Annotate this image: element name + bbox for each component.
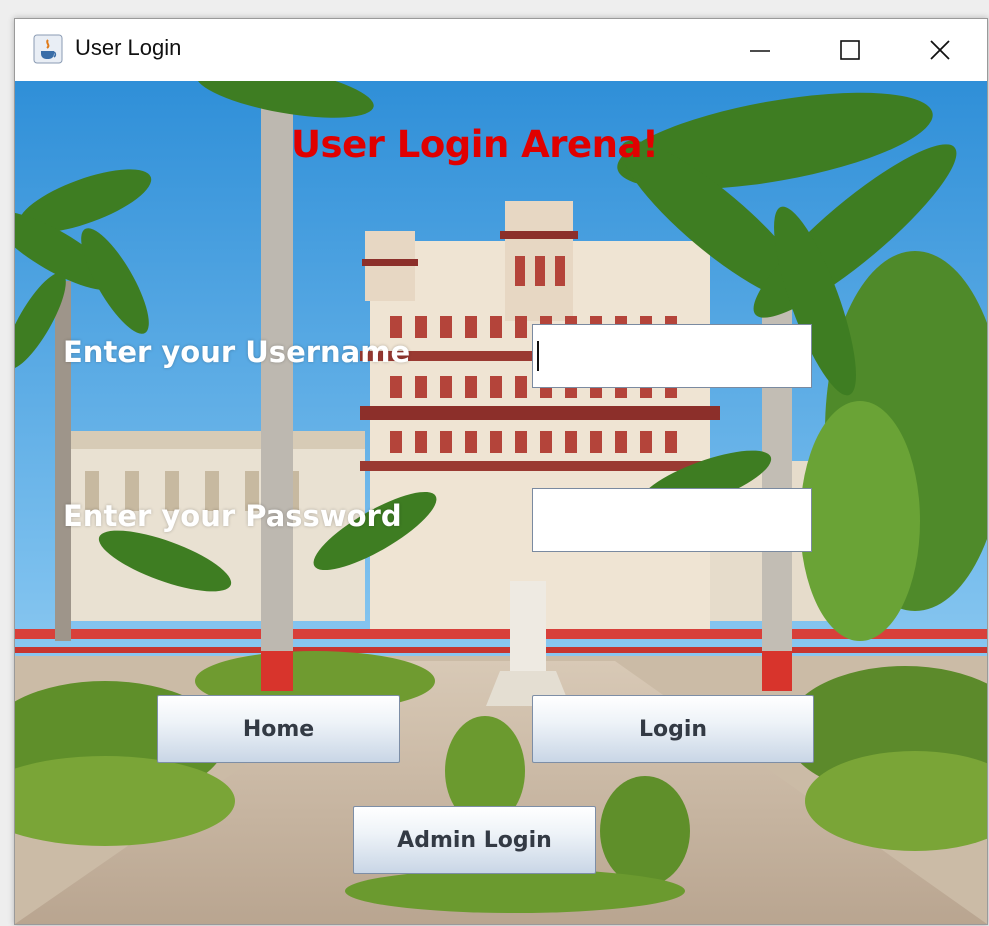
page-heading: User Login Arena! — [291, 123, 659, 166]
close-icon — [930, 40, 950, 60]
text-caret — [537, 341, 539, 371]
admin-login-button[interactable]: Admin Login — [353, 806, 596, 874]
maximize-icon — [840, 40, 860, 60]
title-bar[interactable]: User Login — [15, 19, 987, 81]
java-app-icon — [33, 34, 63, 64]
minimize-button[interactable] — [715, 19, 805, 81]
minimize-icon — [750, 50, 770, 52]
username-label: Enter your Username — [63, 335, 411, 369]
maximize-button[interactable] — [805, 19, 895, 81]
login-button[interactable]: Login — [532, 695, 814, 763]
login-panel: User Login Arena! Enter your Username En… — [15, 81, 987, 924]
username-input[interactable] — [532, 324, 812, 388]
password-input[interactable] — [532, 488, 812, 552]
home-button[interactable]: Home — [157, 695, 400, 763]
login-window: User Login User Login Arena! Enter your … — [14, 18, 988, 925]
window-title: User Login — [75, 35, 182, 60]
password-label: Enter your Password — [63, 499, 402, 533]
close-button[interactable] — [895, 19, 985, 81]
